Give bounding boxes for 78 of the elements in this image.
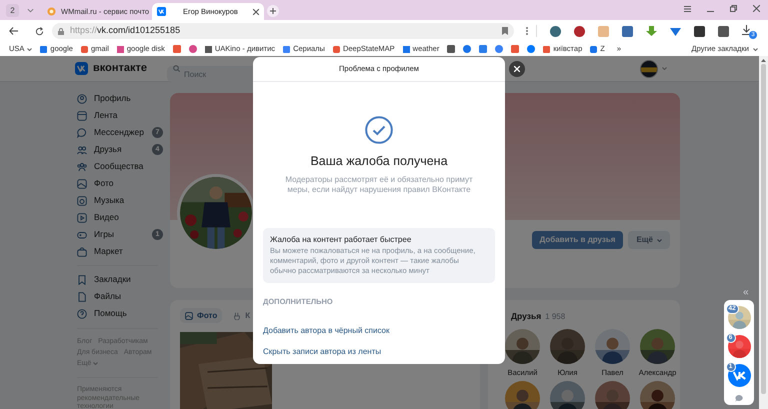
check-circle-icon bbox=[365, 116, 393, 144]
action-link[interactable]: Добавить автора в чёрный список bbox=[263, 325, 495, 337]
download-icon bbox=[742, 25, 751, 35]
extension-icon[interactable] bbox=[574, 26, 585, 36]
chevron-down-icon bbox=[93, 362, 98, 365]
help-icon bbox=[77, 308, 87, 318]
action-link[interactable]: Скрыть записи автора из ленты bbox=[263, 346, 495, 358]
content-tab[interactable]: Фото bbox=[180, 308, 222, 323]
bookmark-icon bbox=[80, 46, 88, 52]
content-tab[interactable]: К bbox=[228, 308, 256, 323]
logo-icon[interactable] bbox=[728, 364, 750, 387]
logo-icon bbox=[157, 7, 166, 16]
sidebar-item[interactable]: Музыка bbox=[77, 192, 163, 209]
avatar[interactable] bbox=[640, 60, 658, 78]
extension-icon[interactable] bbox=[622, 26, 633, 36]
image-icon bbox=[185, 312, 193, 320]
people-icon bbox=[77, 144, 87, 154]
collapse-button[interactable]: « bbox=[743, 285, 749, 300]
bookmark-icon bbox=[77, 274, 87, 284]
chevron-down-icon bbox=[657, 238, 662, 242]
logo-icon[interactable] bbox=[75, 62, 88, 75]
square-icon bbox=[77, 110, 87, 120]
info-title: Жалоба на контент работает быстрее bbox=[270, 234, 412, 246]
sidebar-item[interactable]: Сообщества bbox=[77, 158, 163, 175]
chat-bubble-icon[interactable] bbox=[735, 395, 743, 402]
sidebar-item[interactable]: Файлы bbox=[77, 288, 163, 305]
bookmark-icon bbox=[402, 46, 410, 52]
image-icon bbox=[77, 178, 87, 188]
extension-icon[interactable] bbox=[550, 26, 561, 36]
scrollbar[interactable] bbox=[759, 56, 768, 409]
lock-icon bbox=[58, 28, 64, 34]
chevron-down-icon bbox=[753, 48, 758, 50]
chat-bubble-icon bbox=[77, 128, 87, 138]
address-field[interactable]: https://vk.com/id101255185 bbox=[52, 23, 514, 39]
sidebar-item[interactable]: Закладки bbox=[77, 271, 163, 288]
confirmation-heading: Ваша жалоба получена bbox=[310, 153, 448, 170]
reload-icon[interactable] bbox=[35, 26, 44, 36]
scroll-up-arrow-icon[interactable] bbox=[761, 59, 766, 62]
group-icon bbox=[77, 162, 87, 172]
bag-icon bbox=[77, 246, 87, 256]
sidebar-item[interactable]: Видео bbox=[77, 209, 163, 226]
chevron-down-icon bbox=[27, 48, 32, 50]
sidebar-item[interactable]: Профиль bbox=[77, 90, 163, 107]
sidebar-item[interactable]: Маркет bbox=[77, 243, 163, 260]
close-icon[interactable] bbox=[253, 8, 259, 14]
chevron-down-icon[interactable] bbox=[27, 8, 34, 13]
extension-icon[interactable] bbox=[694, 26, 705, 36]
music-icon bbox=[77, 196, 87, 206]
close-icon bbox=[514, 66, 520, 72]
scrollbar-thumb[interactable] bbox=[761, 64, 766, 394]
search-icon bbox=[173, 65, 180, 72]
confirmation-message: Модераторы рассмотрят её и обязательно примут меры, если найдут нарушения правил ВКонтакте bbox=[284, 174, 474, 195]
person-icon bbox=[77, 94, 87, 104]
bookmark-icon bbox=[116, 46, 124, 52]
sidebar-item[interactable]: Помощь bbox=[77, 305, 163, 322]
url-text: https://vk.com/id101255185 bbox=[70, 24, 180, 38]
extension-icon[interactable] bbox=[718, 26, 729, 36]
gamepad-icon bbox=[77, 230, 87, 240]
sidebar-item[interactable]: Фото bbox=[77, 175, 163, 192]
bookmark-icon bbox=[332, 46, 340, 52]
friends-count: 1 958 bbox=[545, 311, 566, 323]
sidebar-item[interactable]: Лента bbox=[77, 107, 163, 124]
menu-icon[interactable] bbox=[684, 6, 691, 12]
plus-icon[interactable] bbox=[267, 5, 279, 17]
close-icon[interactable] bbox=[753, 5, 760, 12]
add-friend-button[interactable]: Добавить в друзья bbox=[532, 231, 624, 249]
logo-text: вконтакте bbox=[93, 61, 148, 76]
play-icon bbox=[77, 212, 87, 222]
more-button[interactable]: Ещё bbox=[628, 231, 670, 249]
friends-title: Друзья bbox=[511, 310, 542, 323]
bookmark-icon[interactable] bbox=[502, 27, 508, 35]
bookmark-icon bbox=[283, 46, 290, 52]
file-icon bbox=[77, 292, 87, 302]
bookmark-icon bbox=[40, 46, 48, 52]
bookmark-icon bbox=[590, 46, 598, 52]
restore-icon[interactable] bbox=[730, 5, 737, 12]
back-arrow-icon[interactable] bbox=[9, 27, 18, 35]
tab-counter[interactable]: 2 bbox=[6, 4, 19, 17]
